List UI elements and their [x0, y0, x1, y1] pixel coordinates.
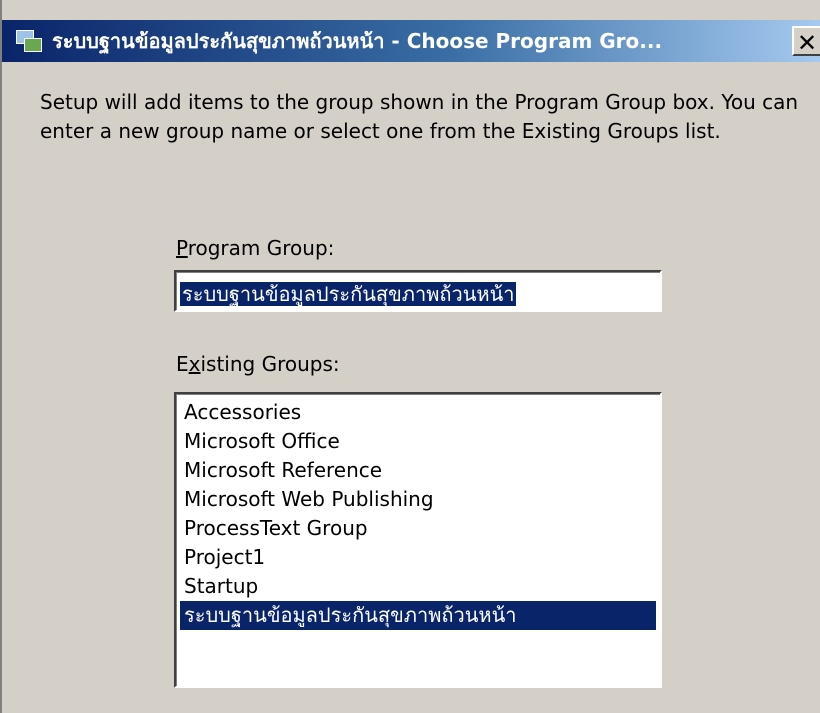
existing-groups-list[interactable]: Accessories Microsoft Office Microsoft R…	[174, 392, 662, 688]
list-item[interactable]: Project1	[180, 543, 656, 572]
list-item-selected[interactable]: ระบบฐานข้อมูลประกันสุขภาพถ้วนหน้า	[180, 601, 656, 630]
program-group-value: ระบบฐานข้อมูลประกันสุขภาพถ้วนหน้า	[180, 282, 517, 306]
list-item[interactable]: Accessories	[180, 398, 656, 427]
list-item[interactable]: Microsoft Reference	[180, 456, 656, 485]
close-button[interactable]: ✕	[792, 26, 820, 57]
list-item[interactable]: Microsoft Office	[180, 427, 656, 456]
setup-app-icon	[14, 26, 44, 56]
program-group-label: Program Group:	[176, 236, 335, 260]
list-item[interactable]: Startup	[180, 572, 656, 601]
title-bar[interactable]: ระบบฐานข้อมูลประกันสุขภาพถ้วนหน้า - Choo…	[2, 20, 820, 62]
program-group-input[interactable]: ระบบฐานข้อมูลประกันสุขภาพถ้วนหน้า	[174, 270, 662, 312]
setup-dialog: ระบบฐานข้อมูลประกันสุขภาพถ้วนหน้า - Choo…	[0, 0, 820, 713]
list-item[interactable]: Microsoft Web Publishing	[180, 485, 656, 514]
window-title: ระบบฐานข้อมูลประกันสุขภาพถ้วนหน้า - Choo…	[52, 29, 663, 53]
existing-groups-label: Existing Groups:	[176, 352, 340, 376]
list-item[interactable]: ProcessText Group	[180, 514, 656, 543]
instructions-text: Setup will add items to the group shown …	[40, 90, 799, 143]
